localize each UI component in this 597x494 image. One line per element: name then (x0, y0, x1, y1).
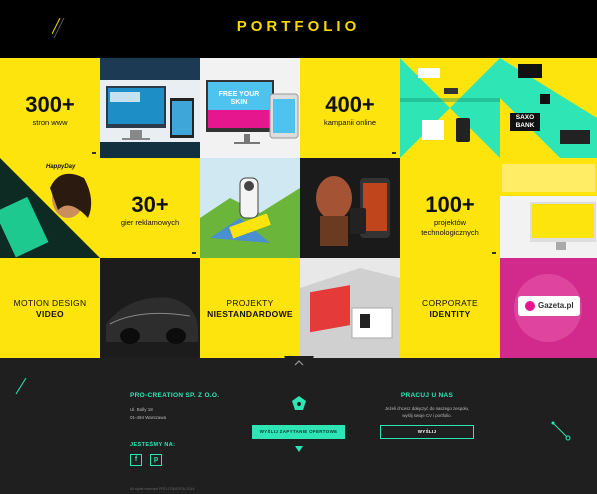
thumb-gazeta[interactable]: Gazeta.pl (500, 258, 597, 358)
thumb-happyday[interactable]: HappyDay (0, 158, 100, 258)
saxo-bank-logo: SAXO BANK (510, 113, 540, 131)
category-label-line1: CORPORATE (422, 298, 478, 308)
website-devices-image (100, 58, 200, 158)
thumb-stand-design[interactable] (300, 258, 400, 358)
game-scene-image (200, 158, 300, 258)
stat-number: 100+ (425, 192, 475, 217)
send-cv-button[interactable]: WYŚLIJ (380, 425, 474, 439)
stand-design-image (300, 258, 400, 358)
address-line1: Ul. Bully 18 (130, 407, 153, 412)
corner-mark (392, 152, 396, 154)
corner-mark (92, 152, 96, 154)
stat-tile-games[interactable]: 30+ gier reklamowych (100, 158, 200, 258)
thumb-game-character[interactable] (300, 158, 400, 258)
category-label-line1: PROJEKTY (226, 298, 274, 308)
stat-number: 300+ (25, 92, 75, 117)
facebook-icon[interactable]: f (130, 454, 142, 466)
car-render-image (100, 258, 200, 358)
social-heading: JESTEŚMY NA: (130, 442, 176, 448)
corner-mark (492, 252, 496, 254)
stat-label-line1: projektów (433, 218, 467, 227)
gazeta-logo-text: Gazeta.pl (538, 301, 574, 310)
category-tile-projects[interactable]: PROJEKTY NIESTANDARDOWE (200, 258, 300, 358)
mobile-ads-image (400, 58, 500, 158)
thumb-car-render[interactable] (100, 258, 200, 358)
stat-tile-sites[interactable]: 300+ stron www (0, 58, 100, 158)
jobs-text-line2: wyślij swoje CV i portfolio. (402, 413, 452, 418)
company-name: PRO-CREATION SP. Z O.O. (130, 392, 220, 399)
portfolio-grid: 300+ stron www FREE YOUR SKIN 400+ kampa… (0, 58, 597, 358)
stat-tile-campaigns[interactable]: 400+ kampanii online (300, 58, 400, 158)
stat-label-line2: technologicznych (421, 228, 479, 237)
game-character-image (300, 158, 400, 258)
saxo-line2: BANK (515, 122, 535, 129)
pinterest-icon[interactable]: p (150, 454, 162, 466)
category-label-line2: IDENTITY (429, 309, 471, 319)
send-offer-request-button[interactable]: WYŚLIJ ZAPYTANIE OFERTOWE (252, 425, 345, 439)
thumb-saxo-bank[interactable]: SAXO BANK (500, 58, 597, 158)
stat-number: 30+ (131, 192, 169, 217)
scroll-up-icon[interactable] (284, 356, 314, 370)
thumb-mobile-ads[interactable] (400, 58, 500, 158)
jobs-heading: PRACUJ U NAS (400, 392, 454, 399)
category-tile-corporate[interactable]: CORPORATE IDENTITY (400, 258, 500, 358)
web-campaign-image (200, 58, 300, 158)
stat-tile-tech[interactable]: 100+ projektów technologicznych (400, 158, 500, 258)
thumb-web-campaign[interactable]: FREE YOUR SKIN (200, 58, 300, 158)
stat-label: kampanii online (323, 118, 377, 127)
stat-number: 400+ (325, 92, 375, 117)
address-line2: 01-494 Warszawa (130, 415, 167, 420)
jobs-text-line1: Jeżeli chcesz dołączyć do naszego zespoł… (384, 406, 470, 411)
company-logo-icon (292, 396, 306, 410)
thumb-website-devices[interactable] (100, 58, 200, 158)
stat-label: stron www (32, 118, 68, 127)
saxo-bank-image (500, 58, 597, 158)
copyright-text: All rights reserved PRO-CREATION 2014 (130, 487, 195, 491)
category-label-line2: NIESTANDARDOWE (207, 309, 293, 319)
saxo-line1: SAXO (515, 114, 535, 121)
happyday-label: HappyDay (46, 164, 76, 170)
thumb-tech-dashboard[interactable] (500, 158, 597, 258)
arrow-down-icon (295, 446, 303, 452)
stat-label: gier reklamowych (120, 218, 180, 227)
category-tile-motion[interactable]: MOTION DESIGN VIDEO (0, 258, 100, 358)
page-footer: PRO-CREATION SP. Z O.O. Ul. Bully 18 01-… (0, 356, 597, 494)
category-label-line1: MOTION DESIGN (13, 298, 87, 308)
page-title: PORTFOLIO (236, 18, 361, 35)
slash-decoration-icon (15, 377, 27, 395)
node-decoration-icon (551, 421, 571, 441)
tech-dashboard-image (500, 158, 597, 258)
thumb-game-scene[interactable] (200, 158, 300, 258)
category-label-line2: VIDEO (36, 309, 64, 319)
happyday-image (0, 158, 100, 258)
campaign-banner-text: FREE YOUR SKIN (218, 91, 260, 106)
corner-mark (192, 252, 196, 254)
page-header: PORTFOLIO (0, 0, 597, 58)
